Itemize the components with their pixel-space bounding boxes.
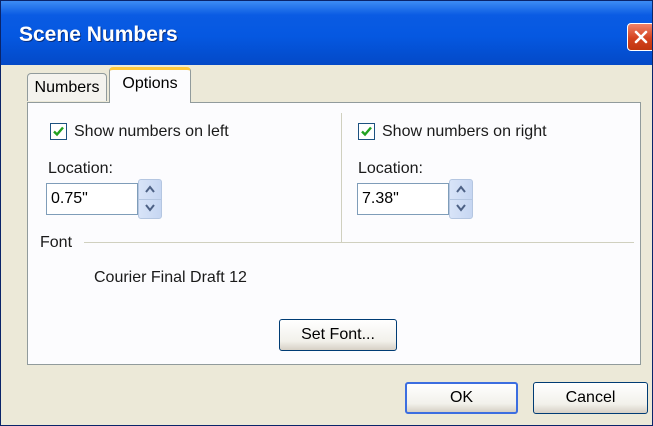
show-left-checkbox[interactable] <box>50 123 67 140</box>
right-spin-up[interactable] <box>450 180 472 200</box>
current-font-text: Courier Final Draft 12 <box>94 269 247 286</box>
left-location-spinner[interactable] <box>138 179 162 219</box>
tab-numbers[interactable]: Numbers <box>27 73 107 101</box>
right-location-label: Location: <box>358 160 423 177</box>
options-panel: Show numbers on left Location: 0.75" Sho… <box>27 102 641 365</box>
font-section-label: Font <box>40 234 73 251</box>
tab-options[interactable]: Options <box>109 67 191 103</box>
column-divider <box>341 113 342 243</box>
right-spin-down[interactable] <box>450 199 472 218</box>
set-font-button[interactable]: Set Font... <box>279 319 397 351</box>
close-button[interactable] <box>627 23 652 51</box>
right-location-spinner[interactable] <box>449 179 473 219</box>
left-location-input[interactable]: 0.75" <box>46 183 138 215</box>
cancel-button[interactable]: Cancel <box>533 382 648 414</box>
left-spin-down[interactable] <box>139 199 161 218</box>
left-spin-up[interactable] <box>139 180 161 200</box>
scene-numbers-dialog: Scene Numbers Numbers Options Show numbe… <box>0 0 653 426</box>
show-right-label[interactable]: Show numbers on right <box>382 123 547 141</box>
show-right-checkbox[interactable] <box>358 123 375 140</box>
window-title: Scene Numbers <box>19 23 178 46</box>
title-bar[interactable]: Scene Numbers <box>1 1 652 65</box>
left-location-label: Location: <box>48 160 113 177</box>
font-section-divider <box>84 242 634 243</box>
right-location-input[interactable]: 7.38" <box>357 183 449 215</box>
show-left-label[interactable]: Show numbers on left <box>74 123 229 141</box>
ok-button[interactable]: OK <box>405 382 518 414</box>
